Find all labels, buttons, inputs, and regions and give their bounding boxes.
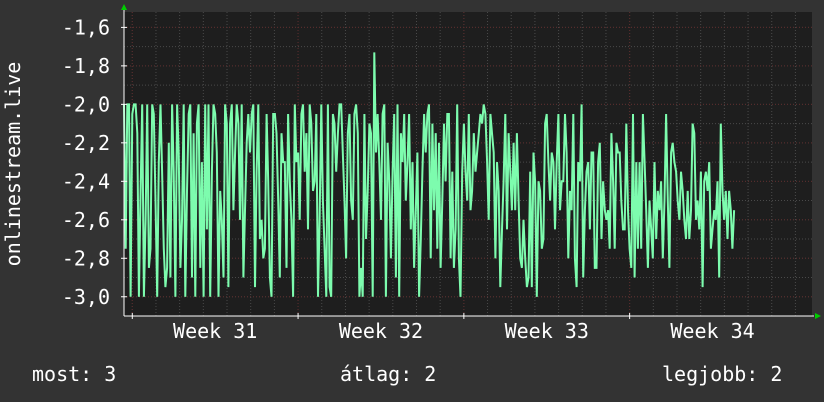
- y-tick-label: -2,8: [62, 246, 110, 270]
- x-tick-label: Week 34: [670, 319, 754, 343]
- chart: -1,6 -1,8 -2,0 -2,2 -2,4 -2,6 -2,8 -3,0 Week 31…: [1, 4, 821, 343]
- x-tick-label: Week 33: [505, 319, 589, 343]
- y-axis-label: onlinestream.live: [1, 62, 25, 267]
- y-tick-label: -2,6: [62, 208, 110, 232]
- y-axis-arrow: [121, 4, 127, 10]
- x-axis-arrow: [815, 313, 821, 319]
- stat-average: átlag: 2: [340, 362, 437, 386]
- x-tick-labels: Week 31 Week 32 Week 33 Week 34: [131, 313, 755, 343]
- y-tick-label: -2,4: [62, 169, 110, 193]
- stat-current: most: 3: [32, 362, 117, 386]
- y-tick-label: -1,8: [62, 54, 110, 78]
- y-tick-label: -2,2: [62, 131, 110, 155]
- x-tick-label: Week 32: [339, 319, 423, 343]
- x-tick-label: Week 31: [173, 319, 257, 343]
- y-tick-label: -2,0: [62, 92, 110, 116]
- y-tick-label: -1,6: [62, 15, 110, 39]
- stat-best: legjobb: 2: [662, 362, 783, 386]
- y-tick-labels: -1,6 -1,8 -2,0 -2,2 -2,4 -2,6 -2,8 -3,0: [62, 15, 127, 309]
- y-tick-label: -3,0: [62, 285, 110, 309]
